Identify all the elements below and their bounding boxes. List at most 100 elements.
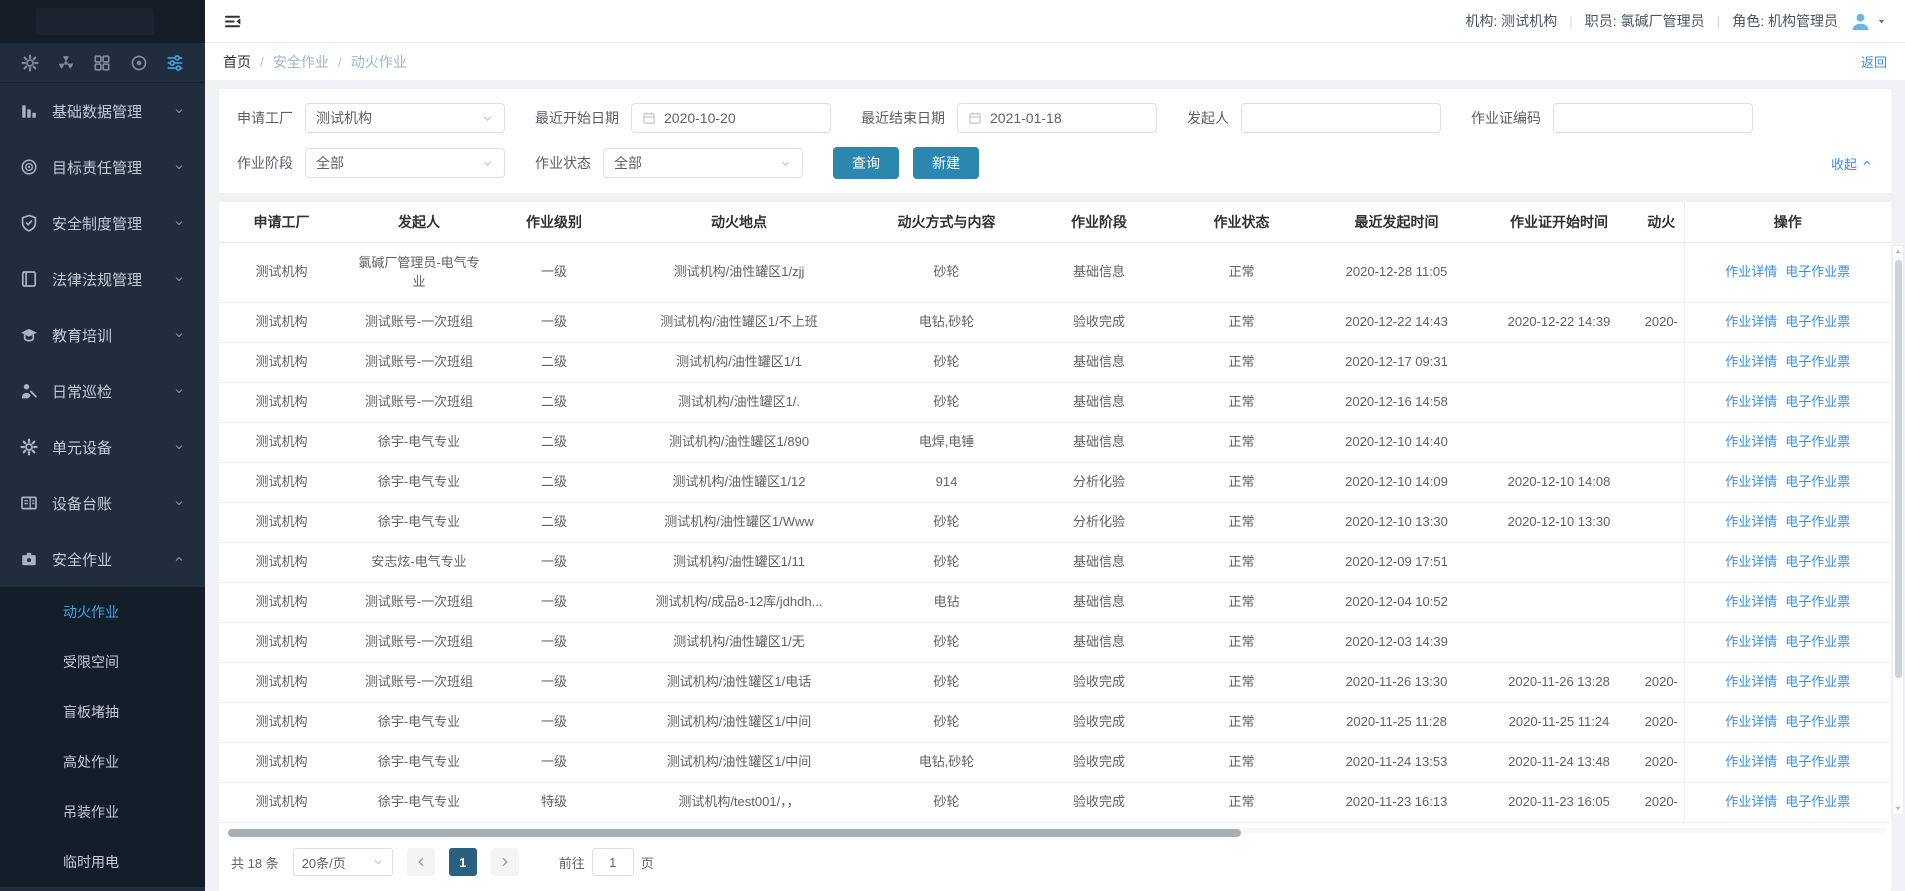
table-cell: 2020-11-24 13:48	[1479, 742, 1639, 782]
vertical-scrollbar[interactable]	[1892, 245, 1904, 815]
e-ticket-link[interactable]: 电子作业票	[1785, 434, 1850, 449]
e-ticket-link[interactable]: 电子作业票	[1785, 474, 1850, 489]
staff-label: 职员: 氯碱厂管理员	[1585, 11, 1705, 31]
job-detail-link[interactable]: 作业详情	[1725, 514, 1777, 529]
sliders-icon[interactable]	[166, 54, 184, 72]
stage-select[interactable]: 全部	[305, 148, 505, 178]
job-detail-link[interactable]: 作业详情	[1725, 354, 1777, 369]
chevron-left-icon	[415, 856, 427, 868]
job-detail-link[interactable]: 作业详情	[1725, 434, 1777, 449]
grid-icon[interactable]	[93, 54, 111, 72]
table-cell: 测试机构	[219, 462, 344, 502]
table-cell	[1479, 542, 1639, 582]
e-ticket-link[interactable]: 电子作业票	[1785, 794, 1850, 809]
create-button[interactable]: 新建	[913, 147, 979, 179]
submenu-item-hot-work[interactable]: 动火作业	[0, 587, 205, 637]
next-page-button[interactable]	[491, 848, 519, 876]
factory-select[interactable]: 测试机构	[305, 103, 505, 133]
table-cell: 测试账号-一次班组	[344, 342, 494, 382]
table-cell: 测试机构/成品8-12库/jdhdh...	[614, 582, 864, 622]
permit-code-input[interactable]	[1553, 103, 1753, 133]
table-cell: 一级	[494, 302, 614, 342]
sidebar-item-education-training[interactable]: 教育培训	[0, 307, 205, 363]
breadcrumb-item[interactable]: 首页	[223, 52, 251, 72]
breadcrumb-bar: 首页/安全作业/动火作业 返回	[205, 43, 1905, 80]
job-detail-link[interactable]: 作业详情	[1725, 714, 1777, 729]
e-ticket-link[interactable]: 电子作业票	[1785, 754, 1850, 769]
job-detail-link[interactable]: 作业详情	[1725, 314, 1777, 329]
table-cell	[1639, 542, 1684, 582]
e-ticket-link[interactable]: 电子作业票	[1785, 714, 1850, 729]
table-cell	[1639, 622, 1684, 662]
page-number-1[interactable]: 1	[449, 848, 477, 876]
e-ticket-link[interactable]: 电子作业票	[1785, 264, 1850, 279]
e-ticket-link[interactable]: 电子作业票	[1785, 594, 1850, 609]
scroll-down-arrow[interactable]	[1893, 802, 1903, 814]
sidebar-item-laws-regulations[interactable]: 法律法规管理	[0, 251, 205, 307]
submenu-item-temporary-power[interactable]: 临时用电	[0, 837, 205, 887]
graduation-icon	[20, 326, 38, 344]
table-cell: 正常	[1169, 742, 1314, 782]
e-ticket-link[interactable]: 电子作业票	[1785, 674, 1850, 689]
submenu-item-blind-plate[interactable]: 盲板堵抽	[0, 687, 205, 737]
table-cell: 徐宇-电气专业	[344, 422, 494, 462]
radiation-icon[interactable]	[57, 54, 75, 72]
prev-page-button[interactable]	[407, 848, 435, 876]
job-detail-link[interactable]: 作业详情	[1725, 264, 1777, 279]
e-ticket-link[interactable]: 电子作业票	[1785, 554, 1850, 569]
back-link[interactable]: 返回	[1861, 52, 1887, 71]
sidebar-item-target-responsibility[interactable]: 目标责任管理	[0, 139, 205, 195]
user-menu-button[interactable]	[1850, 11, 1887, 32]
scroll-up-arrow[interactable]	[1893, 246, 1903, 258]
e-ticket-link[interactable]: 电子作业票	[1785, 314, 1850, 329]
horizontal-scrollbar-thumb[interactable]	[228, 829, 1241, 837]
job-detail-link[interactable]: 作业详情	[1725, 674, 1777, 689]
table-cell: 测试机构	[219, 382, 344, 422]
gear-icon[interactable]	[21, 54, 39, 72]
search-button[interactable]: 查询	[833, 147, 899, 179]
sidebar-item-daily-inspection[interactable]: 日常巡检	[0, 363, 205, 419]
table-cell: 测试机构/油性罐区1/Www	[614, 502, 864, 542]
start-date-input[interactable]: 2020-10-20	[631, 103, 831, 133]
sidebar-item-unit-equipment[interactable]: 单元设备	[0, 419, 205, 475]
sidebar-item-safety-system[interactable]: 安全制度管理	[0, 195, 205, 251]
calendar-icon	[642, 111, 656, 125]
sidebar-item-basic-data[interactable]: 基础数据管理	[0, 83, 205, 139]
e-ticket-link[interactable]: 电子作业票	[1785, 634, 1850, 649]
initiator-input[interactable]	[1241, 103, 1441, 133]
job-detail-link[interactable]: 作业详情	[1725, 394, 1777, 409]
sidebar-item-label: 教育培训	[52, 325, 112, 346]
breadcrumb-item: 动火作业	[351, 52, 407, 72]
collapse-sidebar-button[interactable]	[223, 12, 242, 31]
table-cell: 徐宇-电气专业	[344, 702, 494, 742]
vertical-scrollbar-thumb[interactable]	[1895, 260, 1902, 678]
job-detail-link[interactable]: 作业详情	[1725, 794, 1777, 809]
job-detail-link[interactable]: 作业详情	[1725, 754, 1777, 769]
table-cell: 2020-	[1639, 702, 1684, 742]
table-cell: 正常	[1169, 582, 1314, 622]
job-detail-link[interactable]: 作业详情	[1725, 634, 1777, 649]
e-ticket-link[interactable]: 电子作业票	[1785, 514, 1850, 529]
submenu-item-confined-space[interactable]: 受限空间	[0, 637, 205, 687]
page-size-select[interactable]: 20条/页	[293, 848, 393, 876]
e-ticket-link[interactable]: 电子作业票	[1785, 394, 1850, 409]
goto-page-input[interactable]	[592, 848, 634, 876]
submenu-item-lifting-work[interactable]: 吊装作业	[0, 787, 205, 837]
sidebar-item-equipment-ledger[interactable]: 设备台账	[0, 475, 205, 531]
table-cell: 测试机构/test001/，，	[614, 782, 864, 822]
collapse-filter-link[interactable]: 收起	[1831, 154, 1873, 173]
end-date-input[interactable]: 2021-01-18	[957, 103, 1157, 133]
e-ticket-link[interactable]: 电子作业票	[1785, 354, 1850, 369]
separator: |	[1569, 13, 1573, 29]
horizontal-scrollbar[interactable]	[225, 828, 1885, 834]
job-detail-link[interactable]: 作业详情	[1725, 554, 1777, 569]
table-cell	[1479, 582, 1639, 622]
sidebar-item-safety-work[interactable]: 安全作业	[0, 531, 205, 587]
job-detail-link[interactable]: 作业详情	[1725, 594, 1777, 609]
status-select[interactable]: 全部	[603, 148, 803, 178]
end-date-label: 最近结束日期	[861, 108, 945, 128]
table-cell	[1639, 242, 1684, 302]
record-icon[interactable]	[130, 54, 148, 72]
job-detail-link[interactable]: 作业详情	[1725, 474, 1777, 489]
submenu-item-height-work[interactable]: 高处作业	[0, 737, 205, 787]
